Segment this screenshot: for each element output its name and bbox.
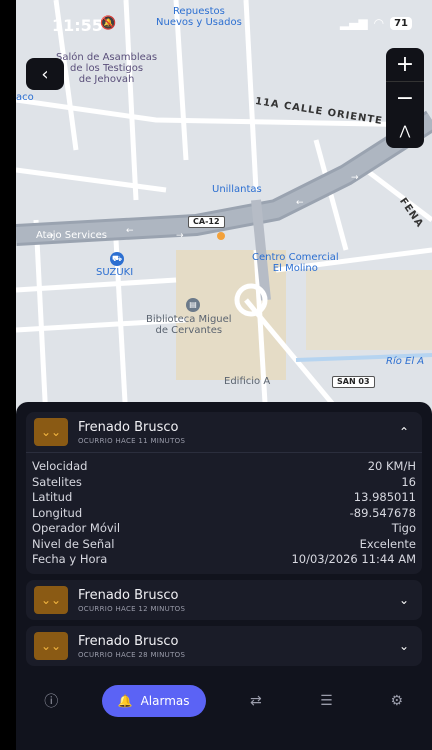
alarm-text: Frenado Brusco OCURRIO HACE 28 MINUTOS xyxy=(78,634,394,659)
nav-alarms-button[interactable]: 🔔 Alarmas xyxy=(101,685,206,717)
road-shield-ca12: CA-12 xyxy=(188,216,225,228)
back-button[interactable]: ‹ xyxy=(26,58,64,90)
alarm-card-expanded[interactable]: ⌄⌄ Frenado Brusco OCURRIO HACE 11 MINUTO… xyxy=(26,412,422,574)
alarm-subtitle: OCURRIO HACE 12 MINUTOS xyxy=(78,604,186,613)
wifi-icon: ◠ xyxy=(373,16,385,30)
detail-row: Latitud 13.985011 xyxy=(32,490,416,506)
detail-label: Nivel de Señal xyxy=(32,536,115,551)
map-label-centro: Centro Comercial El Molino xyxy=(252,252,339,274)
brake-icon: ⌄⌄ xyxy=(34,418,68,446)
map-label-unillantas: Unillantas xyxy=(212,184,262,195)
alarm-subtitle: OCURRIO HACE 11 MINUTOS xyxy=(78,436,186,445)
detail-row: Operador Móvil Tigo xyxy=(32,521,416,537)
alarm-header[interactable]: ⌄⌄ Frenado Brusco OCURRIO HACE 11 MINUTO… xyxy=(26,412,422,452)
route-icon[interactable]: ⇄ xyxy=(236,693,276,709)
map-label-salon: Salón de Asambleas de los Testigos de Je… xyxy=(56,52,158,85)
zoom-out-button[interactable]: − xyxy=(386,82,424,115)
detail-value: Excelente xyxy=(359,536,416,551)
zoom-in-button[interactable]: + xyxy=(386,48,424,81)
back-icon: ‹ xyxy=(41,63,49,85)
mute-icon: 🔕 xyxy=(100,16,117,31)
zoom-control: + − ⋀ xyxy=(386,48,424,148)
detail-value: -89.547678 xyxy=(349,505,416,520)
chevron-down-icon[interactable]: ⌄ xyxy=(394,639,414,653)
svg-text:→: → xyxy=(176,231,184,241)
detail-label: Velocidad xyxy=(32,459,88,473)
signal-icon: ▂▄▆ xyxy=(339,16,368,30)
detail-row: Fecha y Hora 10/03/2026 11:44 AM xyxy=(32,552,416,568)
detail-value: 20 KM/H xyxy=(367,459,416,473)
status-time: 11:55 xyxy=(52,16,103,35)
bottom-nav: ⓘ 🔔 Alarmas ⇄ ☰ ⚙ xyxy=(16,676,432,726)
map-label-aco: aco xyxy=(16,92,34,103)
status-bar: 11:55 🔕 ▂▄▆ ◠ 71 xyxy=(16,0,432,48)
road-shield-san03: SAN 03 xyxy=(332,376,375,388)
status-icons: ▂▄▆ ◠ 71 xyxy=(340,16,412,30)
detail-label: Latitud xyxy=(32,490,73,504)
detail-row: Velocidad 20 KM/H xyxy=(32,459,416,475)
library-icon: ▤ xyxy=(186,298,200,312)
map-label-biblioteca: Biblioteca Miguel de Cervantes xyxy=(146,314,232,336)
alarm-text: Frenado Brusco OCURRIO HACE 12 MINUTOS xyxy=(78,588,394,613)
compass-icon[interactable]: ⋀ xyxy=(386,115,424,148)
settings-icon[interactable]: ⚙ xyxy=(377,693,417,709)
alarm-card[interactable]: ⌄⌄ Frenado Brusco OCURRIO HACE 28 MINUTO… xyxy=(26,626,422,666)
detail-label: Fecha y Hora xyxy=(32,552,108,566)
detail-row: Satelites 16 xyxy=(32,475,416,491)
detail-value: 13.985011 xyxy=(353,490,416,504)
svg-text:←: ← xyxy=(296,198,304,208)
map-label-rio: Río El A xyxy=(386,356,425,367)
detail-label: Satelites xyxy=(32,474,82,489)
alarm-header[interactable]: ⌄⌄ Frenado Brusco OCURRIO HACE 28 MINUTO… xyxy=(26,626,422,666)
alarm-text: Frenado Brusco OCURRIO HACE 11 MINUTOS xyxy=(78,420,394,445)
bell-icon: 🔔 xyxy=(117,694,133,708)
chevron-down-icon[interactable]: ⌄ xyxy=(394,593,414,607)
brake-icon: ⌄⌄ xyxy=(34,586,68,614)
detail-label: Operador Móvil xyxy=(32,521,121,535)
svg-text:←: ← xyxy=(126,226,134,236)
alarm-card[interactable]: ⌄⌄ Frenado Brusco OCURRIO HACE 12 MINUTO… xyxy=(26,580,422,620)
alarm-details: Velocidad 20 KM/H Satelites 16 Latitud 13.9… xyxy=(26,452,422,568)
alarm-subtitle: OCURRIO HACE 28 MINUTOS xyxy=(78,650,186,659)
detail-row: Nivel de Señal Excelente xyxy=(32,537,416,553)
alarm-title: Frenado Brusco xyxy=(78,633,179,649)
map-label-atajo: Atajo Services xyxy=(36,230,107,241)
detail-value: 16 xyxy=(401,474,416,489)
alarm-title: Frenado Brusco xyxy=(78,419,179,435)
detail-value: Tigo xyxy=(391,521,416,535)
battery-icon: 71 xyxy=(390,16,412,30)
nav-alarms-label: Alarmas xyxy=(140,694,190,708)
info-icon[interactable]: ⓘ xyxy=(31,691,71,711)
car-dealer-icon: ⛟ xyxy=(110,252,124,266)
server-icon[interactable]: ☰ xyxy=(306,693,346,709)
map-label-suzuki: SUZUKI xyxy=(96,267,134,278)
detail-value: 10/03/2026 11:44 AM xyxy=(291,552,416,566)
brake-icon: ⌄⌄ xyxy=(34,632,68,660)
chevron-up-icon[interactable]: ⌃ xyxy=(394,425,414,439)
alarm-title: Frenado Brusco xyxy=(78,587,179,603)
map-view[interactable]: → ← → ← → Repuestos Nuevos y Usados Saló… xyxy=(16,0,432,420)
map-label-edificio: Edificio A xyxy=(224,376,271,387)
detail-row: Longitud -89.547678 xyxy=(32,506,416,522)
svg-text:→: → xyxy=(351,173,359,183)
alarm-header[interactable]: ⌄⌄ Frenado Brusco OCURRIO HACE 12 MINUTO… xyxy=(26,580,422,620)
app-screen: → ← → ← → Repuestos Nuevos y Usados Saló… xyxy=(16,0,432,750)
detail-label: Longitud xyxy=(32,505,83,520)
